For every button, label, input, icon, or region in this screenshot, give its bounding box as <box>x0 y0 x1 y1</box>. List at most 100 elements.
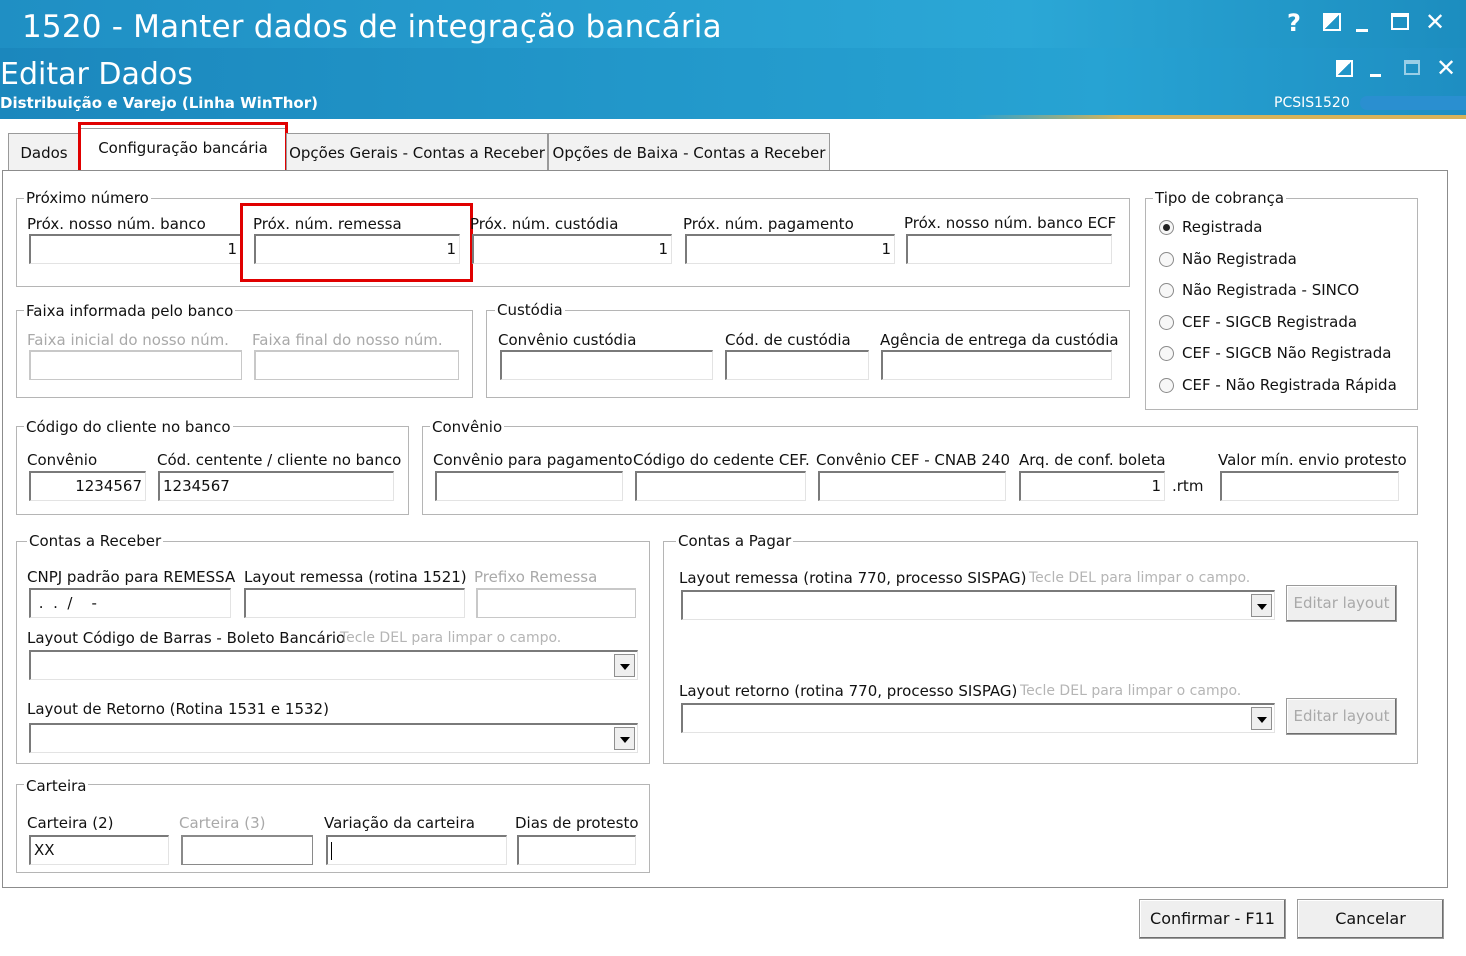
field-label: Convênio para pagamento <box>433 451 633 469</box>
field-label: Faixa inicial do nosso núm. <box>27 331 229 349</box>
carteira-3-input <box>181 835 313 865</box>
prox-nosso-num-ecf-input[interactable] <box>906 234 1112 264</box>
field-label: CNPJ padrão para REMESSA <box>27 568 236 586</box>
highlight-box-remessa <box>240 203 473 282</box>
tipo-cobranca-radio[interactable] <box>1159 378 1174 393</box>
field-label: Carteira (3) <box>179 814 266 832</box>
layout-codigo-barras-select[interactable] <box>29 650 638 680</box>
group-title: Contas a Receber <box>27 532 164 550</box>
layout-retorno-select[interactable] <box>29 723 638 753</box>
tab-opcoes-gerais[interactable]: Opções Gerais - Contas a Receber <box>286 133 548 171</box>
tab-opcoes-baixa[interactable]: Opções de Baixa - Contas a Receber <box>548 133 830 171</box>
convenio-cnab-input[interactable] <box>818 471 1006 501</box>
cancel-button[interactable]: Cancelar <box>1297 899 1444 939</box>
field-label: Layout retorno (rotina 770, processo SIS… <box>679 682 1018 700</box>
maximize-icon <box>1404 60 1420 75</box>
rtm-suffix: .rtm <box>1172 477 1204 495</box>
layout-remessa-sispag-select[interactable] <box>681 590 1275 620</box>
field-label: Arq. de conf. boleta <box>1019 451 1166 469</box>
field-label: Dias de protesto <box>515 814 639 832</box>
tipo-cobranca-radio[interactable] <box>1159 315 1174 330</box>
cnpj-remessa-input[interactable]: . . / - <box>29 588 231 618</box>
field-label: Código do cedente CEF. <box>633 451 810 469</box>
help-icon[interactable]: ? <box>1287 11 1301 35</box>
field-label: Layout de Retorno (Rotina 1531 e 1532) <box>27 700 329 718</box>
highlight-box-tab <box>78 122 288 175</box>
cod-cedente-input[interactable]: 1234567 <box>158 471 394 501</box>
field-label: Próx. nosso núm. banco <box>27 215 206 233</box>
field-label: Cód. centente / cliente no banco <box>157 451 402 469</box>
page-title: Editar Dados <box>0 57 193 92</box>
close-icon[interactable]: ✕ <box>1425 10 1445 34</box>
field-label: Valor mín. envio protesto <box>1218 451 1407 469</box>
convenio-pagamento-input[interactable] <box>435 471 623 501</box>
prox-num-custodia-input[interactable]: 1 <box>472 234 672 264</box>
chevron-down-icon[interactable] <box>1251 594 1272 617</box>
form-header: Editar Dados Distribuição e Varejo (Linh… <box>0 48 1466 119</box>
field-label: Layout remessa (rotina 1521) <box>244 568 467 586</box>
cod-custodia-input[interactable] <box>725 350 869 380</box>
tipo-cobranca-option-label[interactable]: Não Registrada <box>1182 250 1297 268</box>
tipo-cobranca-radio[interactable] <box>1159 346 1174 361</box>
field-label: Variação da carteira <box>324 814 475 832</box>
tipo-cobranca-radio[interactable] <box>1159 283 1174 298</box>
carteira-2-input[interactable]: XX <box>29 835 169 865</box>
editar-layout-retorno-button[interactable]: Editar layout <box>1286 698 1397 735</box>
valor-min-protesto-input[interactable] <box>1220 471 1399 501</box>
faixa-inicial-input <box>29 350 242 380</box>
layout-remessa-1521-input[interactable] <box>244 588 465 618</box>
field-label: Próx. nosso núm. banco ECF <box>904 214 1117 232</box>
layout-retorno-sispag-select[interactable] <box>681 703 1275 733</box>
hint-text: Tecle DEL para limpar o campo. <box>1029 570 1251 586</box>
hint-text: Tecle DEL para limpar o campo. <box>1020 683 1242 699</box>
field-label: Layout Código de Barras - Boleto Bancári… <box>27 629 346 647</box>
close-icon[interactable]: ✕ <box>1436 56 1456 80</box>
faixa-final-input <box>254 350 459 380</box>
group-title: Convênio <box>430 418 505 436</box>
editar-layout-remessa-button[interactable]: Editar layout <box>1286 585 1397 622</box>
agencia-custodia-input[interactable] <box>881 350 1112 380</box>
group-title: Faixa informada pelo banco <box>24 302 236 320</box>
hint-text: Tecle DEL para limpar o campo. <box>340 630 562 646</box>
tipo-cobranca-option-label[interactable]: CEF - SIGCB Registrada <box>1182 313 1357 331</box>
tipo-cobranca-radio[interactable] <box>1159 252 1174 267</box>
field-label: Cód. de custódia <box>725 331 851 349</box>
tipo-cobranca-option-label[interactable]: CEF - Não Registrada Rápida <box>1182 376 1397 394</box>
header-accent-bar <box>1360 96 1466 110</box>
convenio-cliente-input[interactable]: 1234567 <box>29 471 146 501</box>
field-label: Convênio CEF - CNAB 240 <box>816 451 1011 469</box>
field-label: Layout remessa (rotina 770, processo SIS… <box>679 569 1027 587</box>
minimize-icon[interactable] <box>1356 29 1368 32</box>
convenio-custodia-input[interactable] <box>500 350 713 380</box>
tipo-cobranca-option-label[interactable]: CEF - SIGCB Não Registrada <box>1182 344 1391 362</box>
chevron-down-icon[interactable] <box>1251 707 1272 730</box>
field-label: Convênio <box>27 451 98 469</box>
dias-protesto-input[interactable] <box>517 835 636 865</box>
tipo-cobranca-option-label[interactable]: Registrada <box>1182 218 1262 236</box>
cedente-cef-input[interactable] <box>635 471 806 501</box>
group-title: Contas a Pagar <box>676 532 794 550</box>
window-titlebar: 1520 - Manter dados de integração bancár… <box>0 0 1466 48</box>
tab-dados[interactable]: Dados <box>8 133 80 171</box>
tipo-cobranca-radio[interactable] <box>1159 220 1174 235</box>
arq-conf-boleta-input[interactable]: 1 <box>1019 471 1165 501</box>
variacao-carteira-input[interactable] <box>326 835 507 865</box>
page-subtitle: Distribuição e Varejo (Linha WinThor) <box>0 94 318 112</box>
field-label: Prefixo Remessa <box>474 568 598 586</box>
tipo-cobranca-option-label[interactable]: Não Registrada - SINCO <box>1182 281 1359 299</box>
prox-num-pagamento-input[interactable]: 1 <box>685 234 895 264</box>
confirm-button[interactable]: Confirmar - F11 <box>1139 899 1286 939</box>
maximize-icon[interactable] <box>1391 13 1409 30</box>
field-label: Agência de entrega da custódia <box>880 331 1119 349</box>
chevron-down-icon[interactable] <box>614 727 635 750</box>
prox-nosso-num-banco-input[interactable]: 1 <box>29 234 241 264</box>
text-cursor <box>331 841 332 860</box>
group-title: Código do cliente no banco <box>24 418 233 436</box>
field-label: Carteira (2) <box>27 814 114 832</box>
group-title: Tipo de cobrança <box>1153 189 1287 207</box>
minimize-icon[interactable] <box>1370 74 1381 77</box>
group-title: Carteira <box>24 777 89 795</box>
restore-icon[interactable] <box>1323 13 1341 31</box>
restore-icon[interactable] <box>1336 60 1353 77</box>
chevron-down-icon[interactable] <box>614 654 635 677</box>
